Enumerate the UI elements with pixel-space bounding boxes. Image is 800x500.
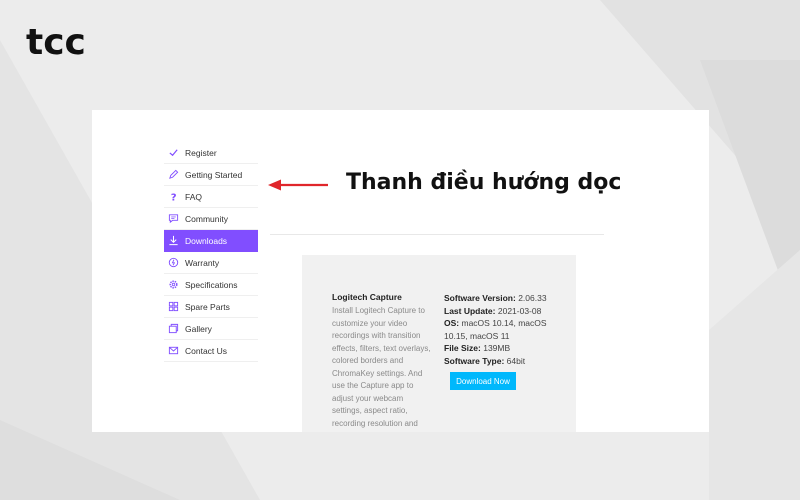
spec-value: macOS 10.14, macOS 10.15, macOS 11 <box>444 318 547 341</box>
chat-icon <box>168 213 179 224</box>
mail-icon <box>168 345 179 356</box>
brand-logo: tcc <box>26 22 86 63</box>
content-divider <box>270 234 604 235</box>
spec-label: Software Version: <box>444 293 516 303</box>
sidebar-item-label: Getting Started <box>185 169 243 180</box>
spec-row: Software Type: 64bit <box>444 355 564 368</box>
spec-row: OS: macOS 10.14, macOS 10.15, macOS 11 <box>444 317 564 342</box>
sidebar-item-specifications[interactable]: Specifications <box>164 274 258 296</box>
sidebar-item-label: Community <box>185 213 228 224</box>
spec-label: File Size: <box>444 343 481 353</box>
sidebar-item-gallery[interactable]: Gallery <box>164 318 258 340</box>
sidebar-item-community[interactable]: Community <box>164 208 258 230</box>
website-screenshot-panel: Register Getting Started ? FAQ Community… <box>92 110 709 432</box>
spec-value: 2.06.33 <box>518 293 547 303</box>
spec-row: Last Update: 2021-03-08 <box>444 305 564 318</box>
sidebar-item-downloads[interactable]: Downloads <box>164 230 258 252</box>
sidebar-item-contact-us[interactable]: Contact Us <box>164 340 258 362</box>
sidebar-item-spare-parts[interactable]: Spare Parts <box>164 296 258 318</box>
sidebar-item-label: Contact Us <box>185 345 228 356</box>
warranty-icon <box>168 257 179 268</box>
vertical-navigation: Register Getting Started ? FAQ Community… <box>164 142 258 362</box>
spec-label: Software Type: <box>444 355 505 366</box>
svg-text:?: ? <box>171 193 177 202</box>
spec-row: Software Version: 2.06.33 <box>444 292 564 305</box>
gear-icon <box>168 279 179 290</box>
spec-label: Last Update: <box>444 305 496 316</box>
download-now-button[interactable]: Download Now <box>450 372 516 390</box>
spec-value: 64bit <box>506 355 526 366</box>
spec-value: 139MB <box>483 343 511 353</box>
spec-value: 2021-03-08 <box>497 305 542 316</box>
annotation-label: Thanh điều hướng dọc <box>346 170 622 195</box>
spec-row: File Size: 139MB <box>444 342 564 355</box>
pencil-icon <box>168 169 179 180</box>
sidebar-item-label: FAQ <box>185 191 203 202</box>
sidebar-item-warranty[interactable]: Warranty <box>164 252 258 274</box>
sidebar-item-label: Spare Parts <box>185 301 230 312</box>
gallery-icon <box>168 323 179 334</box>
sidebar-item-getting-started[interactable]: Getting Started <box>164 164 258 186</box>
question-icon: ? <box>168 191 179 202</box>
sidebar-item-label: Specifications <box>185 279 238 290</box>
product-description: Install Logitech Capture to customize yo… <box>332 306 431 428</box>
sidebar-item-label: Warranty <box>185 257 220 268</box>
download-card: Logitech Capture Install Logitech Captur… <box>302 255 576 432</box>
spec-label: OS: <box>444 318 460 328</box>
download-icon <box>168 235 179 246</box>
sidebar-item-faq[interactable]: ? FAQ <box>164 186 258 208</box>
grid-icon <box>168 301 179 312</box>
sidebar-item-label: Gallery <box>185 323 212 334</box>
sidebar-item-label: Downloads <box>185 235 228 246</box>
product-title: Logitech Capture <box>332 292 402 302</box>
sidebar-item-register[interactable]: Register <box>164 142 258 164</box>
product-specs: Software Version: 2.06.33 Last Update: 2… <box>444 292 564 367</box>
check-icon <box>168 147 179 158</box>
sidebar-item-label: Register <box>185 147 217 158</box>
annotation-arrow-icon <box>268 179 328 191</box>
